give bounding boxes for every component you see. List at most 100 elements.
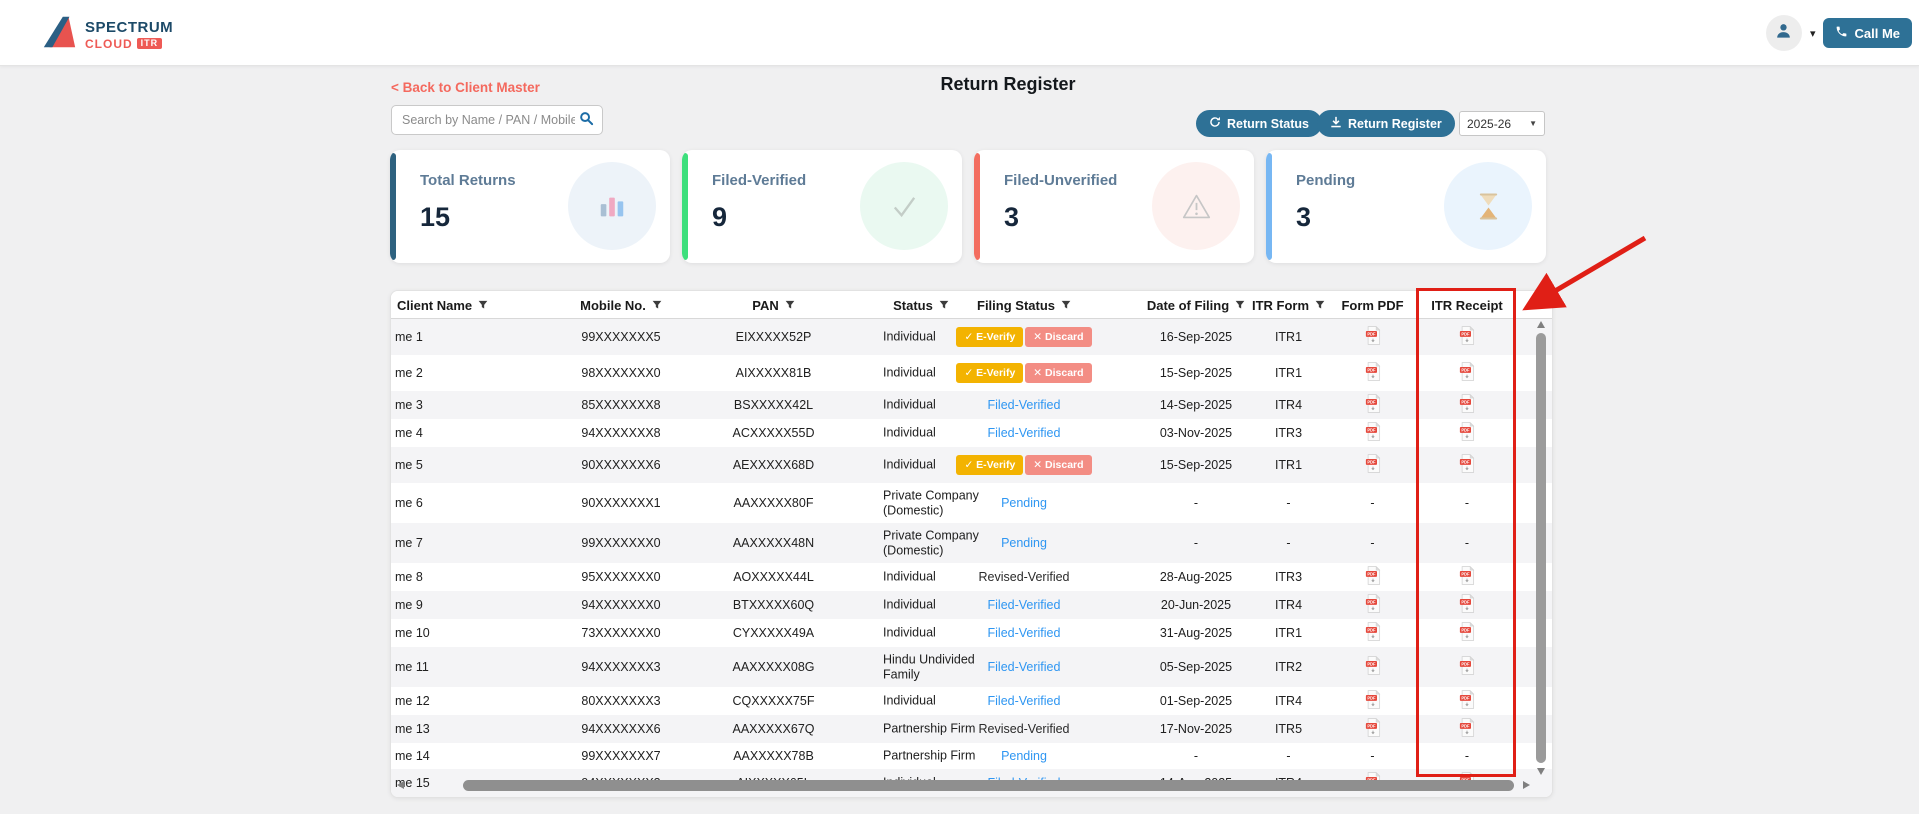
client-name-cell: me 9 — [395, 598, 547, 612]
discard-button[interactable]: ✕ Discard — [1025, 455, 1091, 475]
filter-icon[interactable] — [1235, 300, 1245, 310]
column-header-label: Mobile No. — [580, 298, 646, 313]
search-input[interactable] — [392, 113, 577, 127]
filing-status-cell: ✓ E-Verify✕ Discard — [934, 327, 1114, 347]
filing-status-link[interactable]: Filed-Verified — [988, 398, 1061, 412]
table-body: me 199XXXXXXX5EIXXXXX52PIndividual✓ E-Ve… — [391, 319, 1552, 797]
summary-card-filed-unverified: Filed-Unverified3 — [974, 150, 1254, 263]
svg-text:PDF: PDF — [1461, 400, 1470, 405]
filter-icon[interactable] — [785, 300, 795, 310]
pdf-download-icon[interactable]: PDF — [1365, 454, 1381, 473]
scroll-right-arrow[interactable] — [1523, 781, 1530, 789]
filter-icon[interactable] — [652, 300, 662, 310]
pdf-download-icon[interactable]: PDF — [1459, 594, 1475, 613]
svg-text:PDF: PDF — [1367, 428, 1376, 433]
filing-status-link[interactable]: Filed-Verified — [988, 426, 1061, 440]
horizontal-scrollbar[interactable] — [397, 780, 1530, 792]
pdf-download-icon[interactable]: PDF — [1365, 362, 1381, 381]
check-icon: ✓ — [964, 459, 973, 471]
svg-text:PDF: PDF — [1461, 368, 1470, 373]
column-header-filing-status: Filing Status — [934, 291, 1114, 319]
column-header-label: PAN — [752, 298, 778, 313]
card-label: Filed-Unverified — [1004, 172, 1117, 189]
vertical-scrollbar-thumb[interactable] — [1536, 333, 1546, 763]
pdf-download-icon[interactable]: PDF — [1365, 326, 1381, 345]
filing-status-link[interactable]: Filed-Verified — [988, 660, 1061, 674]
scroll-left-arrow[interactable] — [397, 781, 404, 789]
pdf-download-icon[interactable]: PDF — [1459, 454, 1475, 473]
pdf-download-icon[interactable]: PDF — [1365, 622, 1381, 641]
pdf-download-icon[interactable]: PDF — [1365, 422, 1381, 441]
filing-status-link[interactable]: Pending — [1001, 536, 1047, 550]
filter-icon[interactable] — [1061, 300, 1071, 310]
filing-status-link[interactable]: Pending — [1001, 749, 1047, 763]
client-name-cell: me 3 — [395, 398, 547, 412]
mobile-cell: 94XXXXXXX3 — [551, 660, 691, 674]
everify-button[interactable]: ✓ E-Verify — [956, 363, 1023, 383]
pdf-download-icon[interactable]: PDF — [1459, 394, 1475, 413]
table-row: me 1394XXXXXXX6AAXXXXX67QPartnership Fir… — [391, 715, 1552, 743]
mobile-cell: 98XXXXXXX0 — [551, 366, 691, 380]
pan-cell: BTXXXXX60Q — [691, 598, 856, 612]
svg-text:PDF: PDF — [1367, 332, 1376, 337]
filing-status-link[interactable]: Filed-Verified — [988, 598, 1061, 612]
horizontal-scrollbar-thumb[interactable] — [463, 780, 1514, 791]
filter-icon[interactable] — [1315, 300, 1325, 310]
pdf-download-icon[interactable]: PDF — [1365, 394, 1381, 413]
user-avatar[interactable] — [1766, 15, 1802, 51]
pdf-download-icon[interactable]: PDF — [1459, 362, 1475, 381]
discard-button[interactable]: ✕ Discard — [1025, 327, 1091, 347]
mobile-cell: 85XXXXXXX8 — [551, 398, 691, 412]
svg-text:PDF: PDF — [1367, 662, 1376, 667]
discard-button[interactable]: ✕ Discard — [1025, 363, 1091, 383]
download-icon — [1330, 116, 1342, 131]
pdf-download-icon[interactable]: PDF — [1459, 422, 1475, 441]
card-value: 3 — [1296, 202, 1311, 233]
card-label: Filed-Verified — [712, 172, 806, 189]
check-icon — [860, 162, 948, 250]
pdf-download-icon[interactable]: PDF — [1365, 594, 1381, 613]
itr-form-cell: ITR1 — [1246, 626, 1331, 640]
column-header-label: ITR Receipt — [1431, 298, 1503, 313]
pan-cell: CYXXXXX49A — [691, 626, 856, 640]
filter-icon[interactable] — [478, 300, 488, 310]
pdf-download-icon[interactable]: PDF — [1459, 326, 1475, 345]
pdf-download-icon[interactable]: PDF — [1365, 566, 1381, 585]
filing-status-link[interactable]: Pending — [1001, 496, 1047, 510]
pdf-download-icon[interactable]: PDF — [1459, 622, 1475, 641]
filing-status-cell: Filed-Verified — [934, 398, 1114, 412]
pdf-download-icon[interactable]: PDF — [1459, 656, 1475, 675]
itr-receipt-cell: PDF — [1420, 622, 1514, 644]
return-status-button[interactable]: Return Status — [1196, 110, 1322, 137]
return-register-button[interactable]: Return Register — [1317, 110, 1455, 137]
summary-card-pending: Pending3 — [1266, 150, 1546, 263]
caret-down-icon[interactable]: ▾ — [1810, 27, 1816, 40]
search-button[interactable] — [577, 111, 602, 129]
check-icon: ✓ — [964, 331, 973, 343]
pan-cell: AAXXXXX67Q — [691, 722, 856, 736]
filing-status-cell: Filed-Verified — [934, 598, 1114, 612]
everify-button[interactable]: ✓ E-Verify — [956, 455, 1023, 475]
column-header-label: ITR Form — [1252, 298, 1309, 313]
scroll-up-arrow[interactable] — [1537, 321, 1545, 328]
itr-receipt-cell: PDF — [1420, 454, 1514, 476]
pdf-download-icon[interactable]: PDF — [1459, 718, 1475, 737]
pdf-download-icon[interactable]: PDF — [1365, 656, 1381, 675]
return-register-label: Return Register — [1348, 117, 1442, 131]
scroll-down-arrow[interactable] — [1537, 768, 1545, 775]
pdf-download-icon[interactable]: PDF — [1459, 690, 1475, 709]
filing-status-link[interactable]: Filed-Verified — [988, 626, 1061, 640]
call-me-button[interactable]: Call Me — [1823, 18, 1912, 48]
column-header-mobile-no: Mobile No. — [551, 291, 691, 319]
client-name-cell: me 8 — [395, 570, 547, 584]
pdf-download-icon[interactable]: PDF — [1459, 566, 1475, 585]
pdf-download-icon[interactable]: PDF — [1365, 690, 1381, 709]
back-to-client-master-link[interactable]: < Back to Client Master — [391, 80, 540, 95]
everify-button[interactable]: ✓ E-Verify — [956, 327, 1023, 347]
form-pdf-cell: PDF — [1326, 422, 1419, 444]
vertical-scrollbar[interactable] — [1536, 321, 1547, 775]
filing-status-link[interactable]: Filed-Verified — [988, 694, 1061, 708]
assessment-year-select[interactable]: 2025-26 ▼ — [1459, 111, 1545, 136]
page-title: Return Register — [868, 74, 1148, 95]
pdf-download-icon[interactable]: PDF — [1365, 718, 1381, 737]
